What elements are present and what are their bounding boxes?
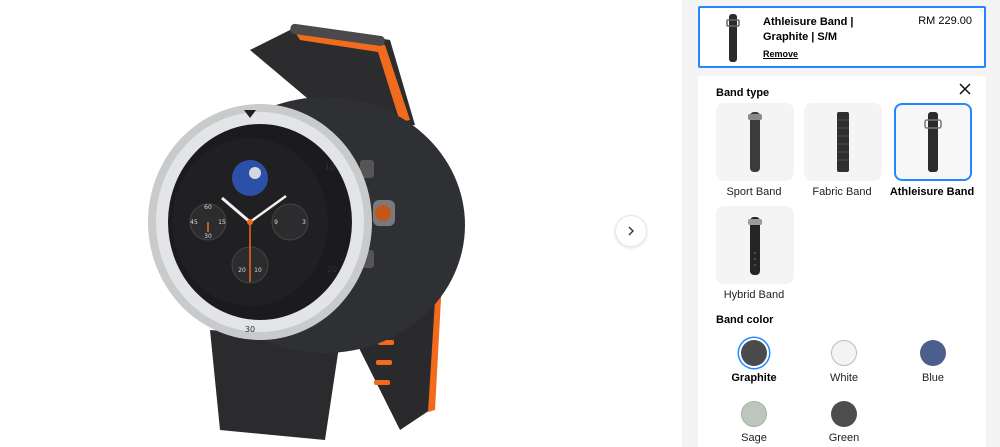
color-swatch-green[interactable] (831, 401, 857, 427)
color-label-graphite: Graphite (731, 372, 777, 384)
options-card: Band type Sport Band Fabric Band Athleis… (698, 76, 986, 447)
subdial-number: 60 (204, 204, 212, 211)
product-page: 60 45 30 15 3 9 20 10 10 20 30 Athleisur… (0, 0, 1000, 447)
subdial-number: 10 (254, 267, 262, 274)
subdial-number: 15 (218, 219, 226, 226)
next-image-button[interactable] (615, 215, 647, 247)
color-label-blue: Blue (921, 372, 945, 384)
color-swatch-sage[interactable] (741, 401, 767, 427)
band-label-fabric: Fabric Band (812, 186, 872, 198)
athleisure-band-icon (924, 112, 942, 172)
hybrid-band-icon (748, 217, 762, 275)
color-swatch-white[interactable] (831, 340, 857, 366)
subdial-number: 45 (190, 219, 198, 226)
fabric-band-icon (837, 112, 849, 172)
bezel-number: 10 (325, 163, 335, 172)
sport-band-icon (748, 112, 762, 172)
configurator-panel: Athleisure Band | Graphite | S/M RM 229.… (682, 0, 1000, 447)
selected-item-name: Athleisure Band | Graphite | S/M (763, 16, 854, 43)
close-icon[interactable] (958, 82, 972, 96)
athleisure-band-thumbnail (726, 14, 740, 62)
band-color-title: Band color (716, 314, 774, 326)
band-option-hybrid[interactable] (716, 206, 794, 284)
color-label-green: Green (828, 432, 860, 444)
color-swatch-blue[interactable] (920, 340, 946, 366)
band-option-sport[interactable] (716, 103, 794, 181)
chevron-right-icon (628, 226, 634, 236)
subdial-number: 9 (274, 219, 278, 226)
band-option-athleisure[interactable] (894, 103, 972, 181)
color-label-white: White (829, 372, 859, 384)
selected-item-card: Athleisure Band | Graphite | S/M RM 229.… (698, 6, 986, 68)
subdial-number: 3 (302, 219, 306, 226)
band-type-title: Band type (716, 87, 770, 99)
color-label-sage: Sage (741, 432, 767, 444)
band-option-fabric[interactable] (804, 103, 882, 181)
subdial-number: 30 (204, 233, 212, 240)
product-gallery: 60 45 30 15 3 9 20 10 10 20 30 (0, 0, 682, 447)
bezel-number: 20 (327, 265, 337, 274)
band-label-athleisure: Athleisure Band (889, 186, 975, 198)
selected-item-price: RM 229.00 (918, 15, 972, 27)
band-label-sport: Sport Band (726, 186, 782, 198)
color-swatch-graphite[interactable] (741, 340, 767, 366)
watch-product-image: 60 45 30 15 3 9 20 10 10 20 30 (148, 23, 465, 440)
band-label-hybrid: Hybrid Band (723, 289, 785, 301)
bezel-number: 30 (245, 325, 255, 334)
subdial-number: 20 (238, 267, 246, 274)
remove-button[interactable]: Remove (763, 49, 798, 59)
